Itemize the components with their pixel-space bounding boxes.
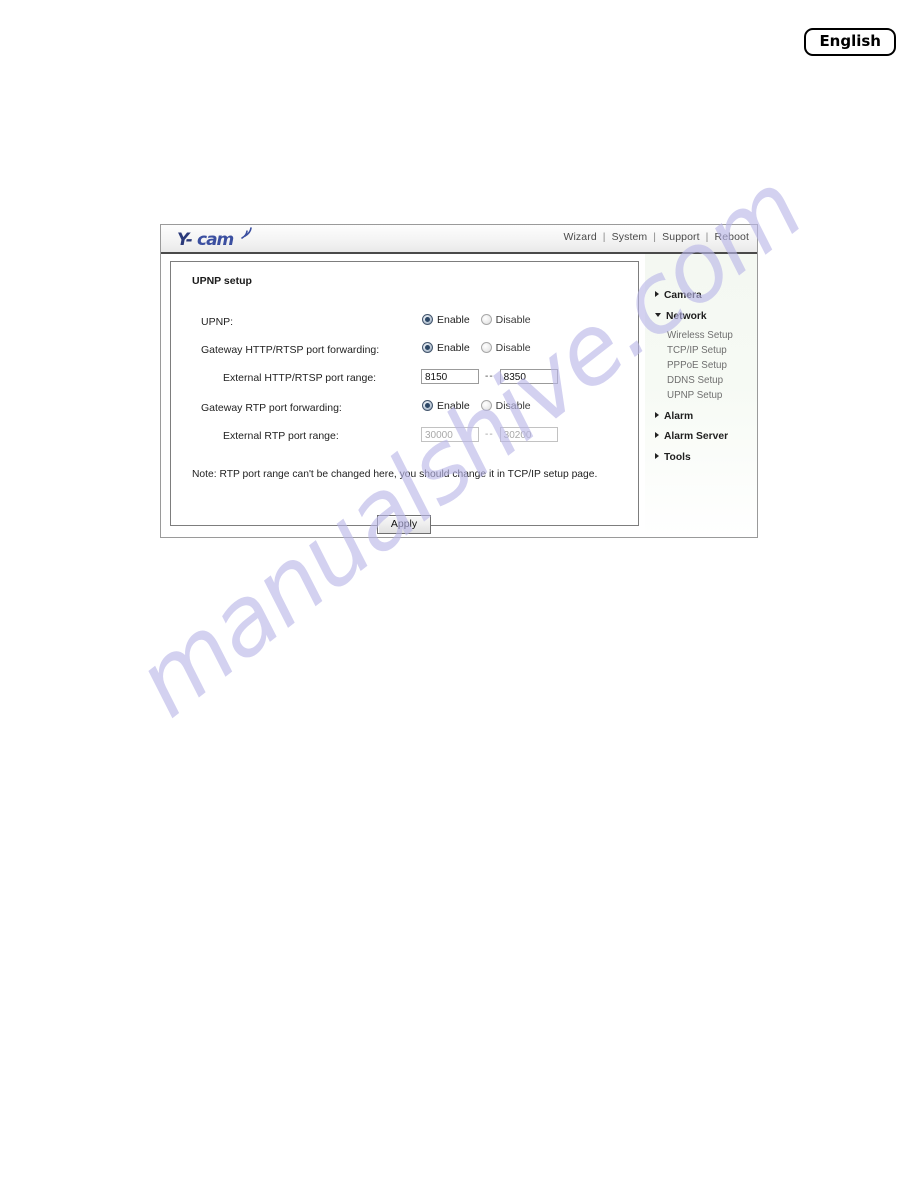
sidebar-group-label: Network	[666, 311, 707, 322]
radio-label-enable: Enable	[437, 342, 470, 355]
radio-label-enable: Enable	[437, 400, 470, 413]
sidebar-group-label: Tools	[664, 452, 691, 463]
label-gateway-rtp-forwarding: Gateway RTP port forwarding:	[201, 402, 342, 414]
radio-group-upnp: Enable Disable	[422, 314, 539, 326]
form-row-external-http-rtsp-range: External HTTP/RTSP port range: 8150 -- 835…	[171, 368, 638, 388]
radio-label-disable: Disable	[495, 314, 531, 327]
form-row-gateway-rtp-forwarding: Gateway RTP port forwarding: Enable Disa…	[171, 400, 638, 418]
radio-gateway-rtp-disable[interactable]: Disable	[480, 400, 531, 413]
chevron-right-icon	[655, 291, 659, 297]
sidebar-group-alarm[interactable]: Alarm	[655, 411, 693, 422]
chevron-right-icon	[655, 432, 659, 438]
chevron-down-icon	[655, 313, 661, 317]
nav-link-support[interactable]: Support	[662, 231, 699, 243]
note-text: Note: RTP port range can't be changed he…	[192, 469, 598, 480]
radio-gateway-rtp-enable[interactable]: Enable	[422, 400, 470, 412]
apply-button[interactable]: Apply	[377, 515, 431, 535]
device-body: UPNP setup UPNP: Enable Disable Gateway …	[161, 254, 757, 537]
range-separator: --	[485, 371, 494, 383]
sidebar-group-label: Alarm Server	[664, 431, 729, 442]
chevron-right-icon	[655, 453, 659, 459]
sidebar-item-upnp-setup[interactable]: UPNP Setup	[667, 390, 722, 401]
sidebar-nav: Camera Network Wireless Setup TCP/IP Set…	[645, 254, 757, 537]
top-nav: Wizard | System | Support | Reboot	[563, 231, 749, 243]
radio-selected-icon[interactable]	[422, 314, 433, 326]
device-web-ui-window: Y- cam Wizard | System | Support | Reboo…	[160, 224, 758, 538]
nav-link-system[interactable]: System	[612, 231, 648, 243]
sidebar-group-label: Camera	[664, 290, 702, 301]
radio-group-gateway-http-rtsp: Enable Disable	[422, 342, 539, 354]
nav-link-reboot[interactable]: Reboot	[715, 231, 749, 243]
page-watermark: manualshive.com	[0, 0, 918, 1188]
radio-unselected-icon[interactable]	[480, 400, 492, 412]
nav-separator: |	[705, 231, 709, 243]
radio-unselected-icon[interactable]	[480, 314, 492, 326]
sidebar-item-wireless-setup[interactable]: Wireless Setup	[667, 330, 733, 341]
sidebar-group-tools[interactable]: Tools	[655, 452, 691, 463]
nav-separator: |	[653, 231, 657, 243]
sidebar-item-tcpip-setup[interactable]: TCP/IP Setup	[667, 345, 727, 356]
radio-selected-icon[interactable]	[422, 342, 433, 354]
label-external-rtp-range: External RTP port range:	[223, 430, 339, 442]
label-upnp: UPNP:	[201, 316, 234, 328]
page-title: UPNP setup	[192, 275, 252, 287]
radio-unselected-icon[interactable]	[480, 342, 492, 354]
input-pair-rtp-range: 30000 -- 30200	[421, 426, 558, 444]
form-row-upnp: UPNP: Enable Disable	[171, 314, 638, 332]
radio-upnp-enable[interactable]: Enable	[422, 314, 470, 326]
label-external-http-rtsp-range: External HTTP/RTSP port range:	[223, 372, 377, 384]
sidebar-group-camera[interactable]: Camera	[655, 290, 702, 301]
input-rtp-port-to: 30200	[499, 427, 558, 443]
ycam-logo: Y- cam	[175, 226, 275, 252]
sidebar-group-label: Alarm	[664, 411, 694, 422]
language-badge: English	[804, 28, 896, 57]
radio-label-enable: Enable	[437, 314, 470, 327]
svg-text:Y-: Y-	[177, 230, 193, 250]
radio-label-disable: Disable	[495, 342, 531, 355]
input-http-rtsp-port-to[interactable]: 8350	[499, 369, 558, 385]
form-row-external-rtp-range: External RTP port range: 30000 -- 30200	[171, 426, 638, 446]
input-rtp-port-from: 30000	[421, 427, 479, 443]
label-gateway-http-rtsp-forwarding: Gateway HTTP/RTSP port forwarding:	[201, 344, 380, 356]
radio-selected-icon[interactable]	[422, 400, 433, 412]
radio-group-gateway-rtp: Enable Disable	[422, 400, 539, 412]
sidebar-item-pppoe-setup[interactable]: PPPoE Setup	[667, 360, 727, 371]
radio-gateway-http-disable[interactable]: Disable	[480, 342, 531, 355]
radio-upnp-disable[interactable]: Disable	[480, 314, 531, 327]
svg-text:cam: cam	[197, 230, 234, 250]
sidebar-group-alarm-server[interactable]: Alarm Server	[655, 431, 728, 442]
device-header: Y- cam Wizard | System | Support | Reboo…	[161, 225, 757, 254]
upnp-setup-panel: UPNP setup UPNP: Enable Disable Gateway …	[170, 261, 639, 535]
sidebar-item-ddns-setup[interactable]: DDNS Setup	[667, 375, 723, 386]
radio-label-disable: Disable	[495, 400, 531, 413]
nav-separator: |	[602, 231, 606, 243]
form-row-gateway-http-rtsp-forwarding: Gateway HTTP/RTSP port forwarding: Enabl…	[171, 342, 638, 360]
sidebar-group-network[interactable]: Network	[655, 311, 707, 322]
input-pair-http-rtsp-range: 8150 -- 8350	[421, 368, 558, 386]
nav-link-wizard[interactable]: Wizard	[563, 231, 596, 243]
input-http-rtsp-port-from[interactable]: 8150	[421, 369, 479, 385]
chevron-right-icon	[655, 412, 659, 418]
radio-gateway-http-enable[interactable]: Enable	[422, 342, 470, 354]
range-separator: --	[485, 429, 494, 441]
